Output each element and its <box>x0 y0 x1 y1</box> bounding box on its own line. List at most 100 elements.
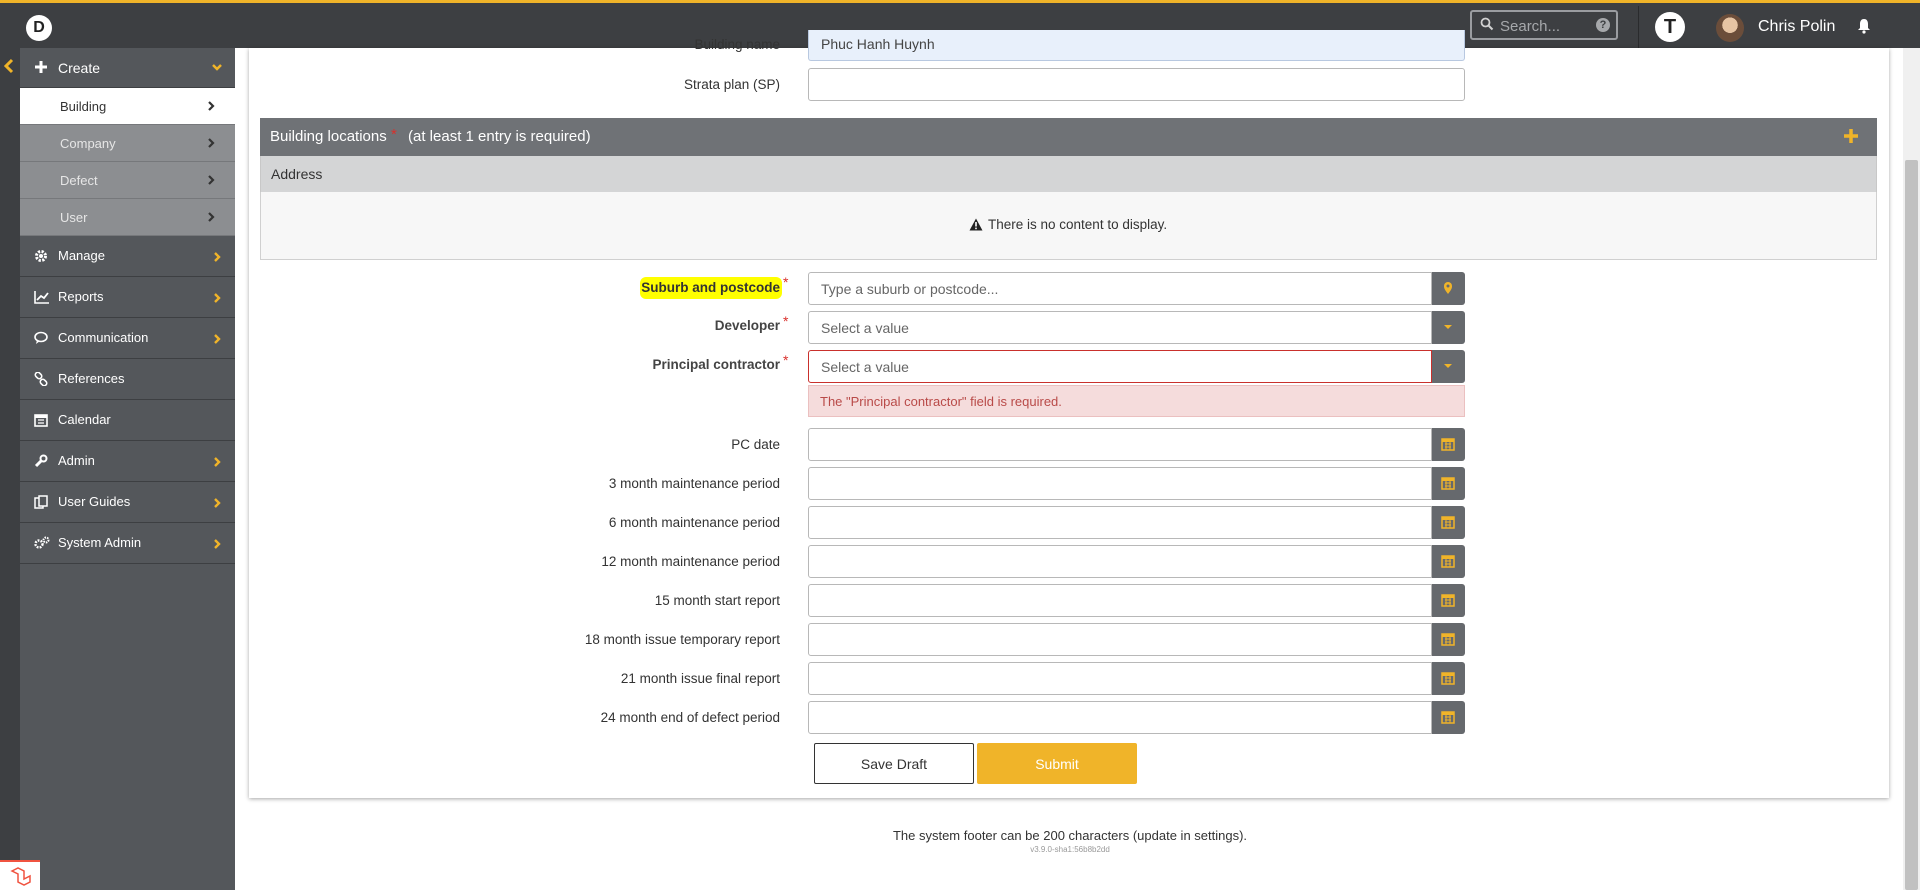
search-box[interactable]: ? <box>1470 10 1618 40</box>
debugbar-icon[interactable] <box>0 860 40 890</box>
chevron-right-icon <box>213 538 221 553</box>
avatar[interactable] <box>1716 14 1744 42</box>
date-picker-button[interactable] <box>1432 506 1465 539</box>
version-string: v3.9.0-sha1:56b8b2dd <box>1030 845 1110 854</box>
sidebar-item-label: Admin <box>58 453 95 468</box>
principal-contractor-dropdown-button[interactable] <box>1432 350 1465 383</box>
date-input[interactable] <box>808 623 1432 656</box>
sidebar-item-label: References <box>58 371 125 386</box>
link-icon <box>34 371 48 387</box>
sidebar-item-communication[interactable]: Communication <box>20 318 235 359</box>
calendar-icon <box>1441 711 1455 724</box>
sidebar-item-reports[interactable]: Reports <box>20 277 235 318</box>
developer-placeholder: Select a value <box>821 320 909 336</box>
location-pin-button[interactable] <box>1432 272 1465 305</box>
sidebar-subitem-building[interactable]: Building <box>20 88 235 125</box>
sidebar: Create Building Company Defect User Mana… <box>20 48 235 890</box>
calendar-icon <box>1441 516 1455 529</box>
principal-contractor-placeholder: Select a value <box>821 359 909 375</box>
caret-down-icon <box>1444 325 1452 329</box>
sidebar-item-create[interactable]: Create <box>20 48 235 88</box>
principal-contractor-select[interactable]: Select a value <box>808 350 1432 383</box>
system-footer: The system footer can be 200 characters … <box>892 828 1248 843</box>
calendar-icon <box>1441 672 1455 685</box>
sidebar-subitem-user[interactable]: User <box>20 199 235 236</box>
date-field-label: 15 month start report <box>654 593 780 608</box>
date-picker-button[interactable] <box>1432 662 1465 695</box>
date-field-label: PC date <box>731 437 780 452</box>
chart-line-icon <box>34 290 49 304</box>
date-picker-button[interactable] <box>1432 584 1465 617</box>
tenant-badge[interactable]: T <box>1655 12 1685 42</box>
section-title: Building locations <box>270 128 387 145</box>
date-picker-button[interactable] <box>1432 467 1465 500</box>
submit-button[interactable]: Submit <box>977 743 1137 784</box>
date-input[interactable] <box>808 545 1432 578</box>
suburb-input[interactable]: Type a suburb or postcode... <box>808 272 1432 305</box>
chevron-right-icon <box>213 251 221 266</box>
date-input[interactable] <box>808 428 1432 461</box>
sidebar-subitem-defect[interactable]: Defect <box>20 162 235 199</box>
date-input[interactable] <box>808 506 1432 539</box>
developer-dropdown-button[interactable] <box>1432 311 1465 344</box>
date-picker-button[interactable] <box>1432 545 1465 578</box>
calendar-icon <box>1441 438 1455 451</box>
error-message: The "Principal contractor" field is requ… <box>820 394 1062 409</box>
chat-icon <box>34 331 48 345</box>
chevron-right-icon <box>207 137 215 152</box>
sidebar-item-label: User Guides <box>58 494 131 509</box>
sidebar-strip <box>0 48 20 890</box>
required-marker: * <box>783 352 789 368</box>
date-input[interactable] <box>808 467 1432 500</box>
user-name[interactable]: Chris Polin <box>1758 18 1835 36</box>
chevron-right-icon <box>207 211 215 226</box>
suburb-placeholder: Type a suburb or postcode... <box>821 281 999 297</box>
date-picker-button[interactable] <box>1432 701 1465 734</box>
add-location-icon[interactable] <box>1843 128 1859 148</box>
date-input[interactable] <box>808 701 1432 734</box>
sidebar-item-calendar[interactable]: Calendar <box>20 400 235 441</box>
strata-plan-field[interactable] <box>808 68 1465 101</box>
sidebar-subitem-company[interactable]: Company <box>20 125 235 162</box>
sidebar-item-admin[interactable]: Admin <box>20 441 235 482</box>
gears-icon <box>34 536 50 550</box>
sidebar-item-label: Communication <box>58 330 149 345</box>
date-field-label: 21 month issue final report <box>620 671 780 686</box>
required-marker: * <box>783 313 789 329</box>
sidebar-subitem-label: Building <box>60 99 107 114</box>
section-note: (at least 1 entry is required) <box>408 128 591 145</box>
date-picker-button[interactable] <box>1432 623 1465 656</box>
sidebar-item-references[interactable]: References <box>20 359 235 400</box>
chevron-right-icon <box>213 333 221 348</box>
sidebar-item-user-guides[interactable]: User Guides <box>20 482 235 523</box>
app-logo[interactable]: D <box>26 15 52 41</box>
guide-icon <box>34 495 48 509</box>
calendar-icon <box>1441 594 1455 607</box>
date-picker-button[interactable] <box>1432 428 1465 461</box>
chevron-right-icon <box>213 292 221 307</box>
help-icon[interactable]: ? <box>1596 18 1610 32</box>
bell-icon[interactable] <box>1857 18 1871 37</box>
chevron-down-icon <box>211 60 223 76</box>
required-marker: * <box>391 126 397 143</box>
empty-message: There is no content to display. <box>988 217 1168 232</box>
chevron-right-icon <box>207 174 215 189</box>
building-locations-header: Building locations * (at least 1 entry i… <box>260 118 1877 156</box>
locations-table-header: Address <box>260 156 1877 192</box>
save-draft-button[interactable]: Save Draft <box>814 743 974 784</box>
sidebar-subitem-label: Company <box>60 136 116 151</box>
column-address: Address <box>271 166 323 182</box>
date-input[interactable] <box>808 662 1432 695</box>
sidebar-item-manage[interactable]: Manage <box>20 236 235 277</box>
building-name-field[interactable]: Phuc Hanh Huynh <box>808 30 1465 61</box>
page-scrollbar-thumb[interactable] <box>1905 160 1918 890</box>
date-input[interactable] <box>808 584 1432 617</box>
sidebar-item-label: Reports <box>58 289 104 304</box>
sidebar-item-label: Create <box>58 60 101 76</box>
collapse-sidebar-icon[interactable] <box>3 58 14 77</box>
required-marker: * <box>783 274 789 290</box>
developer-select[interactable]: Select a value <box>808 311 1432 344</box>
search-input[interactable] <box>1500 16 1590 36</box>
sidebar-item-label: Calendar <box>58 412 111 427</box>
sidebar-item-system-admin[interactable]: System Admin <box>20 523 235 564</box>
